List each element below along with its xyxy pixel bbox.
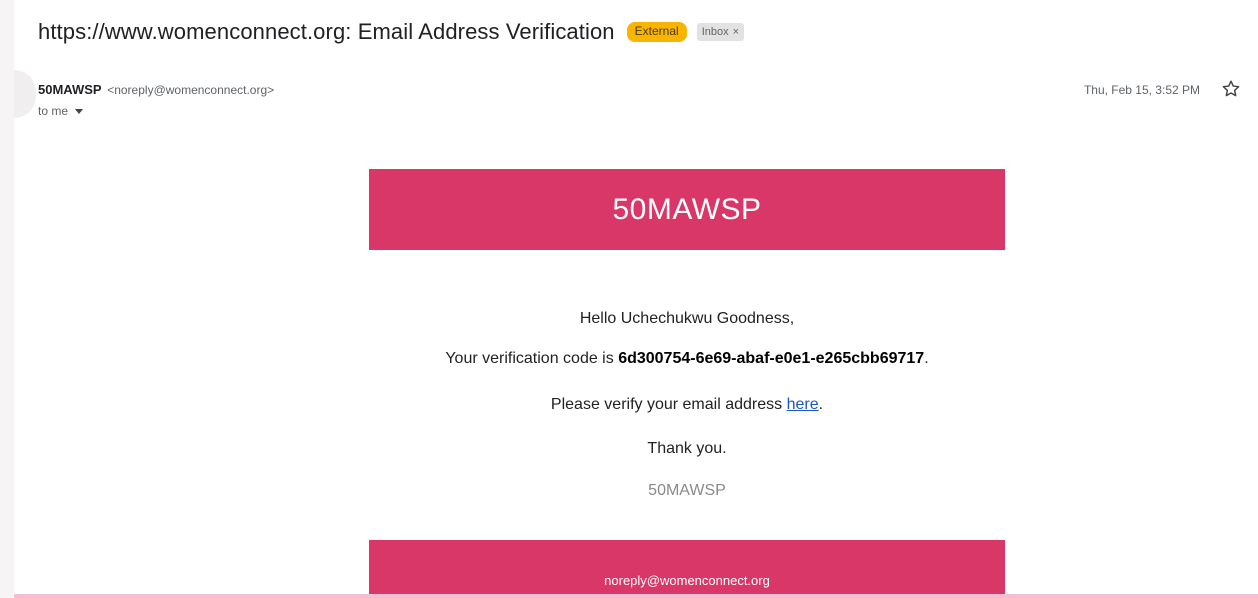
email-footer: noreply@womenconnect.org — [369, 540, 1005, 594]
email-view: https://www.womenconnect.org: Email Addr… — [14, 0, 1258, 594]
signature-line: 50MAWSP — [14, 482, 1258, 500]
verify-line: Please verify your email address here. — [14, 396, 1258, 414]
bottom-divider — [14, 594, 1258, 598]
verification-code-line: Your verification code is 6d300754-6e69-… — [14, 350, 1258, 368]
recipient-label: to me — [38, 104, 69, 118]
external-label: External — [626, 22, 687, 42]
sender-email: <noreply@womenconnect.org> — [107, 83, 275, 97]
greeting-text: Hello Uchechukwu Goodness, — [579, 310, 795, 327]
greeting: Hello Uchechukwu Goodness, — [14, 310, 1258, 328]
left-panel-edge — [14, 70, 36, 118]
code-suffix: . — [924, 350, 929, 367]
banner-title: 50MAWSP — [612, 192, 762, 226]
email-subject: https://www.womenconnect.org: Email Addr… — [38, 19, 615, 44]
inbox-label[interactable]: Inbox × — [696, 23, 745, 41]
signature-text: 50MAWSP — [648, 482, 726, 499]
remove-label-icon[interactable]: × — [733, 25, 739, 39]
inbox-label-text: Inbox — [701, 26, 729, 38]
caret-down-icon[interactable] — [75, 109, 84, 114]
sender-name[interactable]: 50MAWSP — [38, 82, 102, 97]
footer-email: noreply@womenconnect.org — [604, 573, 770, 588]
recipient-details-toggle[interactable]: to me — [38, 104, 84, 118]
verify-prefix: Please verify your email address — [550, 396, 787, 413]
code-prefix: Your verification code is — [445, 350, 619, 367]
thanks-text: Thank you. — [647, 440, 727, 457]
verify-link[interactable]: here — [787, 396, 819, 413]
subject-row: https://www.womenconnect.org: Email Addr… — [38, 17, 745, 47]
sender-info: 50MAWSP <noreply@womenconnect.org> — [38, 82, 274, 97]
thanks-line: Thank you. — [14, 440, 1258, 458]
email-banner: 50MAWSP — [369, 169, 1005, 250]
verification-code: 6d300754-6e69-abaf-e0e1-e265cbb69717 — [618, 350, 925, 367]
email-date: Thu, Feb 15, 3:52 PM — [1083, 83, 1200, 97]
star-icon[interactable] — [1220, 78, 1242, 100]
verify-suffix: . — [818, 396, 824, 413]
